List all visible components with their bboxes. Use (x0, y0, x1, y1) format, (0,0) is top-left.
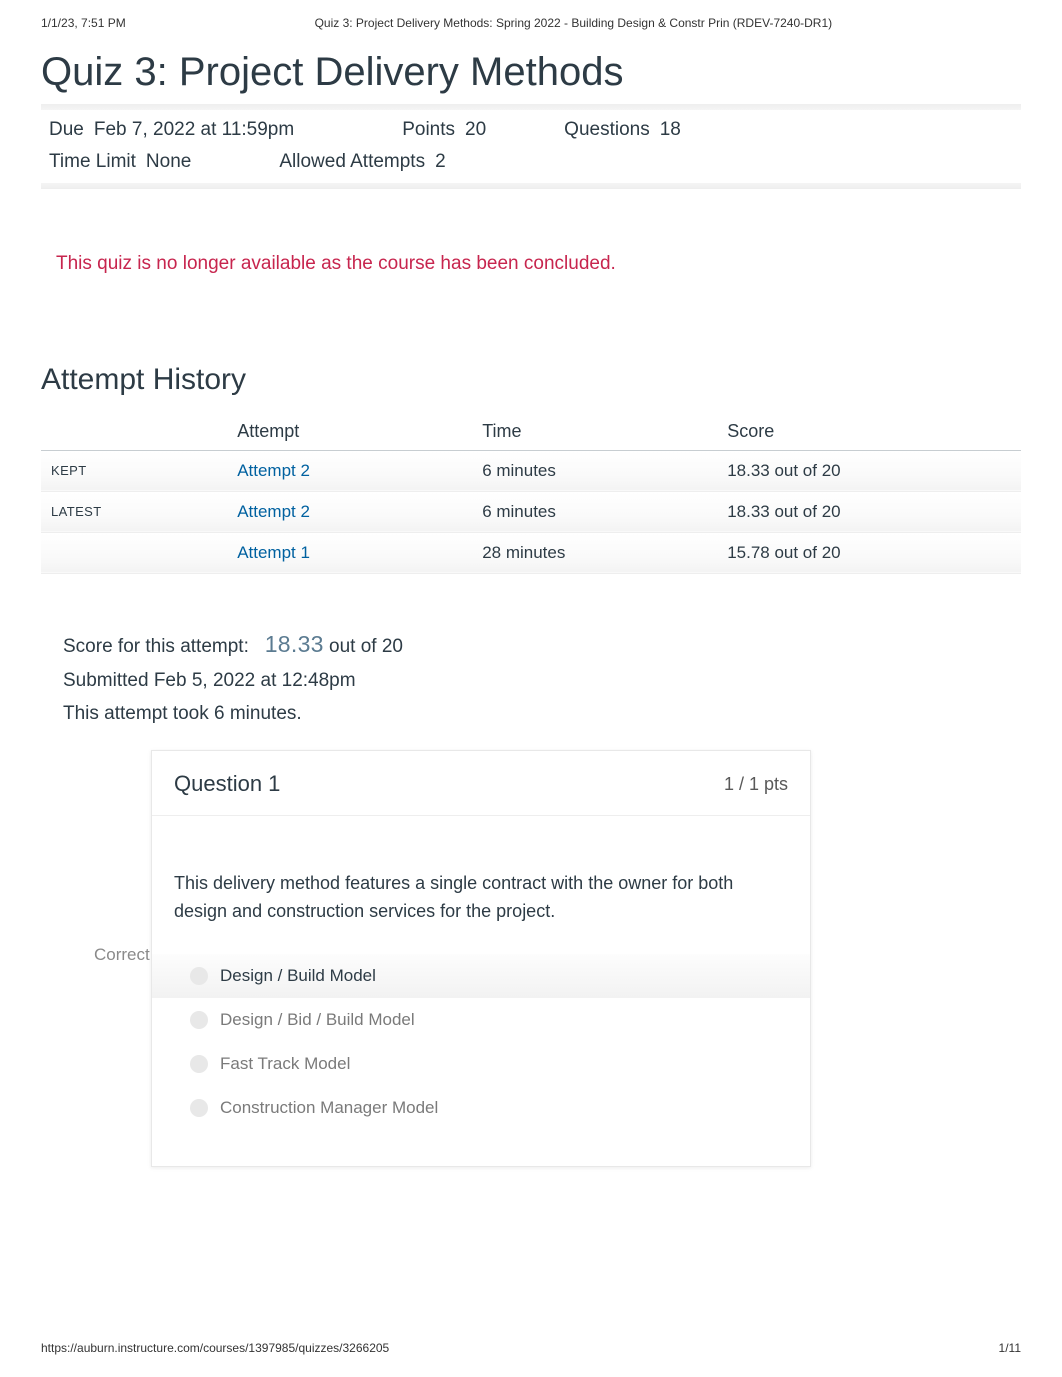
table-row: Attempt 1 28 minutes 15.78 out of 20 (41, 532, 1021, 573)
attempt-cell: Attempt 2 (227, 491, 472, 532)
table-row: LATEST Attempt 2 6 minutes 18.33 out of … (41, 491, 1021, 532)
question-block: Question 1 1 / 1 pts This delivery metho… (151, 750, 811, 1167)
radio-icon (190, 1055, 208, 1073)
attempt-link[interactable]: Attempt 1 (237, 543, 310, 562)
quiz-meta: Due Feb 7, 2022 at 11:59pm Points 20 Que… (41, 104, 1021, 189)
table-row: KEPT Attempt 2 6 minutes 18.33 out of 20 (41, 450, 1021, 491)
attempt-score: 15.78 out of 20 (717, 532, 1021, 573)
radio-icon (190, 1099, 208, 1117)
question-points: 1 / 1 pts (724, 774, 788, 795)
print-footer: https://auburn.instructure.com/courses/1… (41, 1341, 1021, 1355)
meta-points: Points 20 (402, 114, 486, 146)
answer-text: Construction Manager Model (220, 1098, 438, 1118)
meta-points-value: 20 (465, 114, 486, 146)
table-header-row: Attempt Time Score (41, 413, 1021, 451)
radio-icon (190, 1011, 208, 1029)
answer-text: Fast Track Model (220, 1054, 350, 1074)
print-timestamp: 1/1/23, 7:51 PM (41, 16, 126, 30)
meta-allowed-attempts-value: 2 (435, 146, 446, 178)
meta-due-value: Feb 7, 2022 at 11:59pm (94, 114, 294, 146)
attempt-cell: Attempt 2 (227, 450, 472, 491)
meta-due: Due Feb 7, 2022 at 11:59pm (49, 114, 294, 146)
score-label: Score for this attempt: (63, 636, 249, 657)
answer-option: Design / Bid / Build Model (152, 998, 810, 1042)
attempt-cell: Attempt 1 (227, 532, 472, 573)
attempt-status (41, 532, 227, 573)
score-value: 18.33 (265, 631, 324, 657)
question-title: Question 1 (174, 771, 280, 797)
answer-option: Construction Manager Model (152, 1086, 810, 1130)
attempt-time: 6 minutes (472, 491, 717, 532)
answer-option: Design / Build Model (152, 954, 810, 998)
score-summary: Score for this attempt: 18.33 out of 20 … (41, 624, 1021, 731)
quiz-title: Quiz 3: Project Delivery Methods (41, 48, 1021, 96)
attempt-history-heading: Attempt History (41, 363, 1021, 397)
print-doc-title: Quiz 3: Project Delivery Methods: Spring… (126, 16, 1021, 30)
print-header: 1/1/23, 7:51 PM Quiz 3: Project Delivery… (0, 0, 1062, 30)
page-indicator: 1/11 (999, 1341, 1021, 1355)
attempt-time: 6 minutes (472, 450, 717, 491)
attempt-status: KEPT (41, 450, 227, 491)
question-header: Question 1 1 / 1 pts (152, 751, 810, 816)
submitted-line: Submitted Feb 5, 2022 at 12:48pm (63, 664, 1021, 697)
attempt-score: 18.33 out of 20 (717, 491, 1021, 532)
attempt-link[interactable]: Attempt 2 (237, 502, 310, 521)
meta-allowed-attempts-label: Allowed Attempts (279, 146, 425, 178)
meta-time-limit-label: Time Limit (49, 146, 136, 178)
meta-time-limit-value: None (146, 146, 191, 178)
meta-questions-value: 18 (660, 114, 681, 146)
score-suffix: out of 20 (329, 636, 403, 657)
answer-list: Design / Build Model Design / Bid / Buil… (152, 954, 810, 1166)
radio-icon (190, 967, 208, 985)
meta-questions: Questions 18 (564, 114, 681, 146)
answer-option: Fast Track Model (152, 1042, 810, 1086)
quiz-closed-notice: This quiz is no longer available as the … (41, 193, 1021, 285)
col-attempt: Attempt (227, 413, 472, 451)
col-time: Time (472, 413, 717, 451)
attempt-link[interactable]: Attempt 2 (237, 461, 310, 480)
meta-questions-label: Questions (564, 114, 650, 146)
meta-points-label: Points (402, 114, 455, 146)
meta-due-label: Due (49, 114, 84, 146)
answer-text: Design / Build Model (220, 966, 376, 986)
attempt-status: LATEST (41, 491, 227, 532)
question-prompt: This delivery method features a single c… (152, 816, 810, 954)
attempt-time: 28 minutes (472, 532, 717, 573)
col-score: Score (717, 413, 1021, 451)
attempt-score: 18.33 out of 20 (717, 450, 1021, 491)
duration-line: This attempt took 6 minutes. (63, 697, 1021, 730)
correct-label: Correct! (94, 945, 154, 965)
attempt-history-table: Attempt Time Score KEPT Attempt 2 6 minu… (41, 413, 1021, 574)
answer-text: Design / Bid / Build Model (220, 1010, 415, 1030)
col-status (41, 413, 227, 451)
footer-url: https://auburn.instructure.com/courses/1… (41, 1341, 389, 1355)
meta-time-limit: Time Limit None (49, 146, 191, 178)
meta-allowed-attempts: Allowed Attempts 2 (279, 146, 445, 178)
